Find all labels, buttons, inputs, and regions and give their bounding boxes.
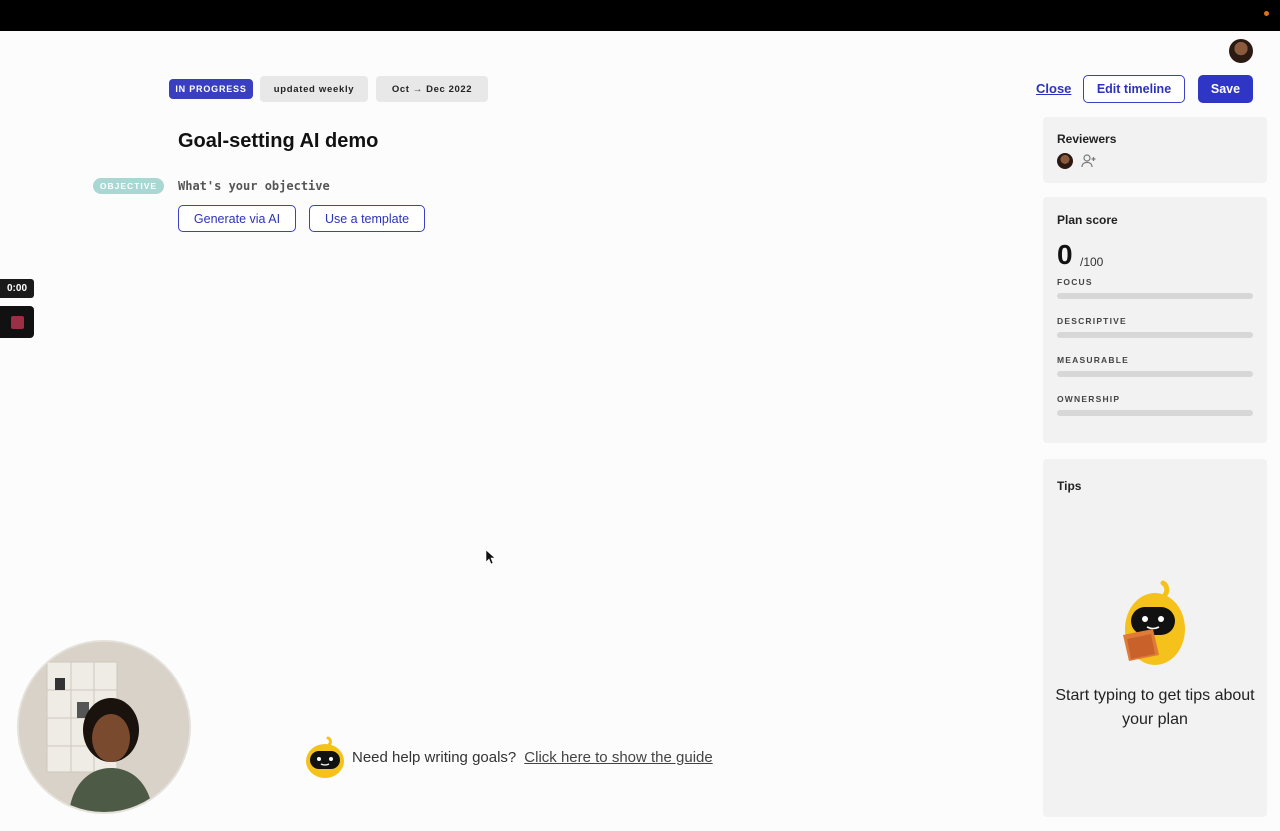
plan-score-value: 0 bbox=[1057, 239, 1073, 270]
show-guide-link[interactable]: Click here to show the guide bbox=[524, 749, 712, 766]
metric-label-focus: FOCUS bbox=[1057, 277, 1093, 287]
reviewer-avatar[interactable] bbox=[1057, 153, 1073, 169]
objective-input[interactable] bbox=[178, 177, 598, 195]
mouse-cursor-icon bbox=[486, 550, 496, 564]
user-avatar[interactable] bbox=[1229, 39, 1253, 63]
metric-bar-focus bbox=[1057, 293, 1253, 299]
edit-timeline-button[interactable]: Edit timeline bbox=[1083, 75, 1185, 103]
update-frequency-badge[interactable]: updated weekly bbox=[260, 76, 368, 102]
stop-recording-button[interactable] bbox=[0, 306, 34, 338]
webcam-person-image bbox=[19, 642, 189, 812]
goal-guide-helper: Need help writing goals? Click here to s… bbox=[304, 735, 713, 779]
metric-label-ownership: OWNERSHIP bbox=[1057, 394, 1121, 404]
status-badge[interactable]: IN PROGRESS bbox=[169, 79, 253, 99]
browser-top-bar bbox=[0, 0, 1280, 31]
mascot-icon bbox=[1123, 580, 1185, 665]
save-button[interactable]: Save bbox=[1198, 75, 1253, 103]
metric-bar-descriptive bbox=[1057, 332, 1253, 338]
reviewers-heading: Reviewers bbox=[1057, 132, 1117, 146]
generate-via-ai-button[interactable]: Generate via AI bbox=[178, 205, 296, 232]
recording-indicator-dot bbox=[1264, 11, 1269, 16]
close-link[interactable]: Close bbox=[1036, 81, 1071, 96]
tips-heading: Tips bbox=[1057, 479, 1082, 493]
stop-icon bbox=[10, 315, 24, 329]
plan-score-card: Plan score 0 /100 FOCUS DESCRIPTIVE MEAS… bbox=[1043, 197, 1267, 443]
recording-timer: 0:00 bbox=[0, 279, 34, 298]
reviewers-card: Reviewers bbox=[1043, 117, 1267, 183]
plan-score-heading: Plan score bbox=[1057, 213, 1118, 227]
plan-score-max: /100 bbox=[1080, 255, 1104, 269]
tips-empty-message: Start typing to get tips about your plan bbox=[1055, 687, 1255, 728]
webcam-overlay bbox=[19, 642, 189, 812]
add-person-icon[interactable] bbox=[1081, 153, 1097, 169]
metric-label-measurable: MEASURABLE bbox=[1057, 355, 1129, 365]
metric-label-descriptive: DESCRIPTIVE bbox=[1057, 316, 1127, 326]
metric-bar-ownership bbox=[1057, 410, 1253, 416]
metric-bar-measurable bbox=[1057, 371, 1253, 377]
mascot-icon bbox=[306, 736, 344, 778]
helper-question: Need help writing goals? bbox=[352, 748, 517, 766]
date-range-badge[interactable]: Oct → Dec 2022 bbox=[376, 76, 488, 102]
objective-badge: OBJECTIVE bbox=[93, 178, 164, 194]
tips-card: Tips Start typing to get tips about your… bbox=[1043, 459, 1267, 817]
goal-title[interactable]: Goal-setting AI demo bbox=[178, 130, 378, 153]
use-template-button[interactable]: Use a template bbox=[309, 205, 425, 232]
